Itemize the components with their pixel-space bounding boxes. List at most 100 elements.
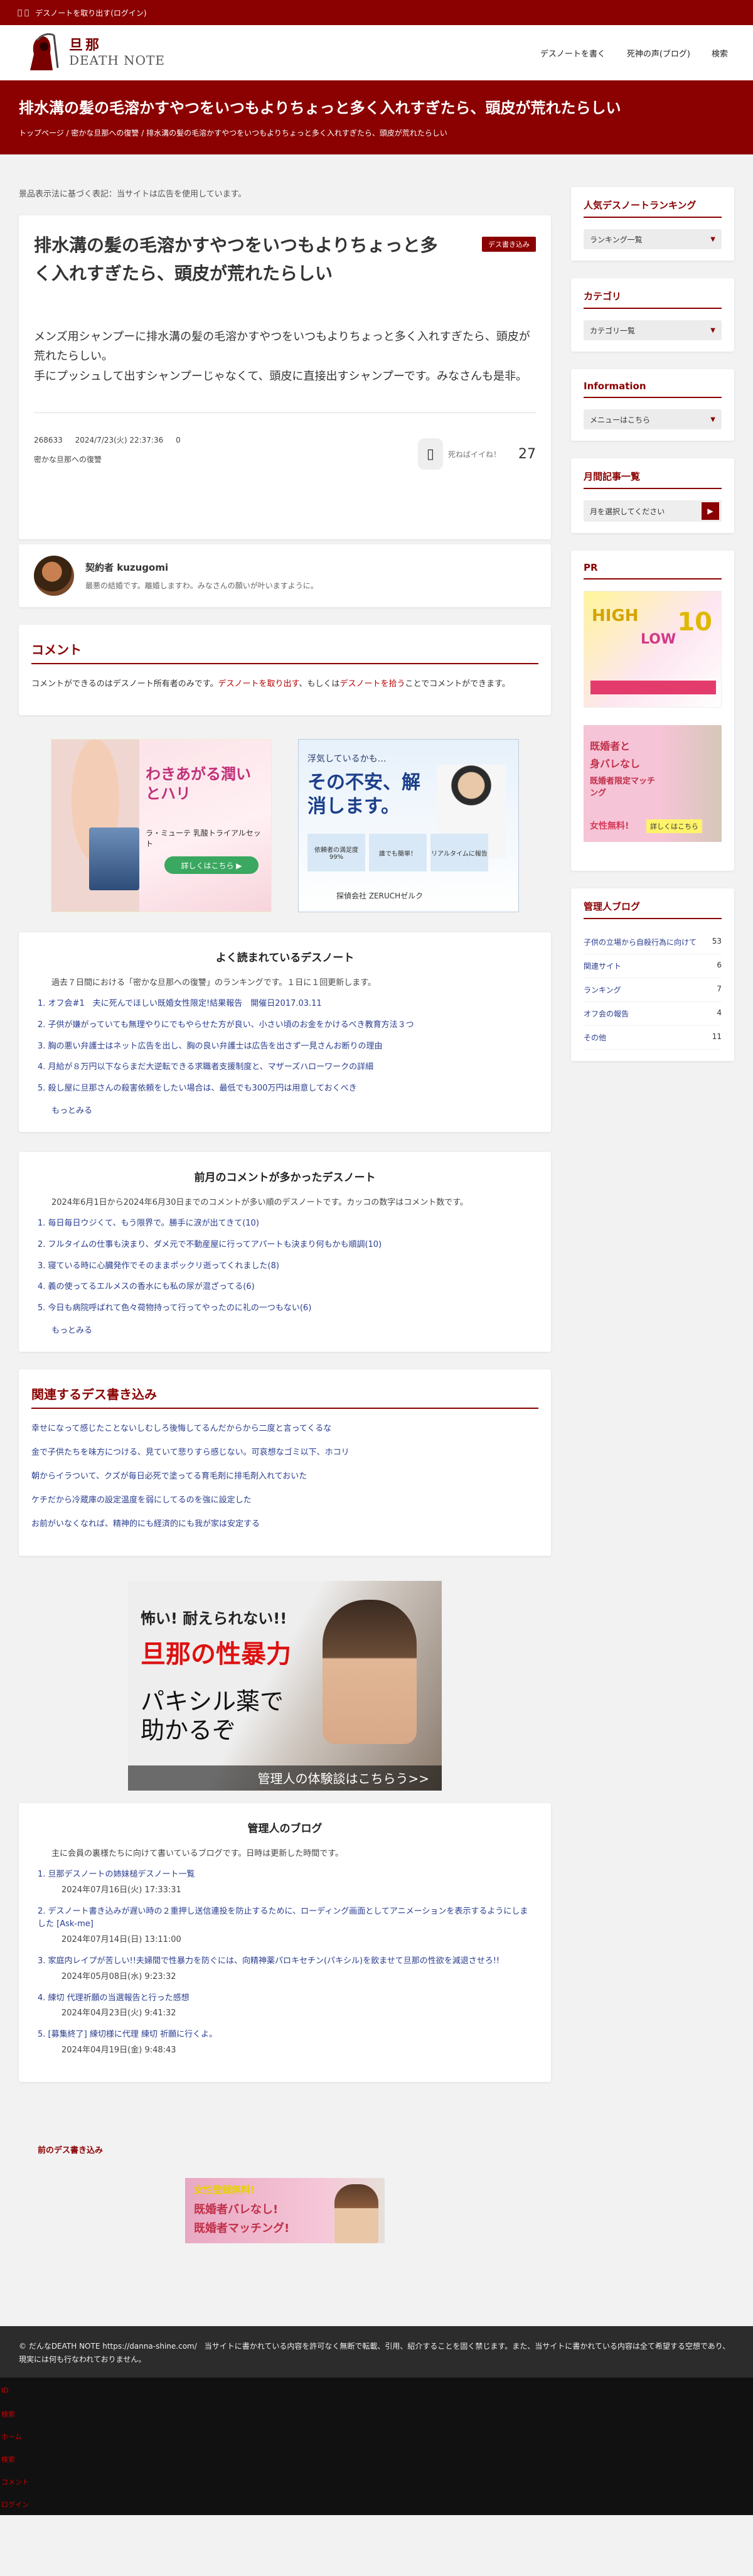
ranking-select[interactable]: ランキング一覧 ▼ — [584, 229, 722, 249]
blog-category-row[interactable]: 子供の立場から自殺行為に向けて 53 — [584, 930, 722, 954]
nav-search[interactable]: 検索 — [712, 47, 728, 59]
footer-link[interactable]: 検索 — [0, 2409, 753, 2432]
register-deathnote-link[interactable]: デスノートを拾う — [339, 679, 405, 689]
matching-ad-banner[interactable]: 女性登録無料! 既婚者バレなし! 既婚者マッチング! — [185, 2177, 385, 2243]
breadcrumb[interactable]: トップページ / 密かな旦那への復讐 / 排水溝の髪の毛溶かすやつをいつもよりち… — [19, 127, 734, 138]
popular-title: 人気デスノートランキング — [584, 198, 722, 218]
monthly-more-link[interactable]: もっとみる — [38, 1323, 532, 1335]
blog-item[interactable]: 2. デスノート書き込みが遅い時の２重押し送信連投を防止するために、ローディング… — [38, 1905, 532, 1947]
site-logo[interactable]: 旦那 DEATH NOTE — [25, 33, 165, 73]
ranking-item[interactable]: 1. 毎日毎日ウジくて、もう限界で。勝手に涙が出てきて(10) — [38, 1217, 532, 1231]
pr2-d: 女性無料! — [590, 821, 629, 831]
ad2-c1: 依頼者の満足度99% — [307, 834, 365, 871]
related-item[interactable]: ケチだから冷蔵庫の設定温度を弱にしてるのを強に設定した — [31, 1493, 538, 1505]
login-link[interactable]: デスノートを取り出す(ログイン) — [35, 8, 146, 18]
monthly-ranking-desc: 2024年6月1日から2024年6月30日までのコメントが多い順のデスノートです… — [51, 1197, 468, 1207]
footer-nav: ID 検索 ホーム 検索 コメント ログイン — [0, 2377, 753, 2515]
ad1-title: わきあがる潤いとハリ — [146, 765, 251, 803]
login-deathnote-link[interactable]: デスノートを取り出す — [218, 679, 299, 689]
blog-category-row[interactable]: ランキング 7 — [584, 978, 722, 1002]
ranking-item[interactable]: 3. 寝ている時に心臓発作でそのままポックリ逝ってくれました(8) — [38, 1260, 532, 1273]
ranking-item[interactable]: 3. 胸の悪い弁護士はネット広告を出し、胸の良い弁護士は広告を出さず一見さんお断… — [38, 1040, 532, 1054]
ranking-item[interactable]: 2. フルタイムの仕事も決まり、ダメ元で不動産屋に行ってアパートも決まり何もかも… — [38, 1239, 532, 1252]
detective-ad[interactable]: 浮気しているかも… その不安、解消します。 依頼者の満足度99% 誰でも簡単！ … — [298, 739, 519, 912]
pr-banner-1[interactable]: HIGH LOW 10 — [584, 591, 722, 708]
ranking-item[interactable]: 4. 義の使ってるエルメスの香水にも私の尿が混ざってる(6) — [38, 1281, 532, 1294]
ad1-cta[interactable]: 詳しくはこちら ▶ — [164, 856, 259, 874]
footer-link[interactable]: ログイン — [0, 2499, 753, 2522]
chevron-down-icon: ▼ — [710, 416, 715, 423]
thumb-icon: ▯ — [426, 446, 435, 462]
nav-write-deathnote[interactable]: デスノートを書く — [540, 47, 606, 59]
blog-item[interactable]: 5. [募集終了] 練切様に代理 練切 祈願に行くよ。 2024年04月19日(金… — [38, 2029, 532, 2057]
weekly-more-link[interactable]: もっとみる — [38, 1104, 532, 1116]
logo-jp-text: 旦那 — [69, 37, 102, 53]
top-bar:   デスノートを取り出す(ログイン) — [0, 0, 753, 25]
main-column: 景品表示法に基づく表記：当サイトは広告を使用しています。 排水溝の髪の毛溶かすや… — [19, 187, 551, 2243]
ranking-item[interactable]: 1. オフ会#1 夫に死んでほしい既婚女性限定!結果報告 開催日2017.03.… — [38, 998, 532, 1011]
blog-date: 2024年07月14日(日) 13:11:00 — [61, 1935, 181, 1945]
pr-title: PR — [584, 562, 722, 579]
bottom-ad-line1: 女性登録無料! — [194, 2184, 255, 2196]
related-item[interactable]: 金で子供たちを味方につける、見ていて悲りすら感じない。可哀想なゴミ以下、ホコリ — [31, 1445, 538, 1457]
pr2-e[interactable]: 詳しくはこちら — [646, 819, 702, 833]
admin-blog-widget: 管理人ブログ 子供の立場から自殺行為に向けて 53 関連サイト 6 ランキング 7 オ… — [571, 888, 734, 1061]
blog-category-row[interactable]: 関連サイト 6 — [584, 954, 722, 978]
big-ad-line1: 怖い! 耐えられない!! — [141, 1609, 287, 1627]
comment-count: 0 — [176, 436, 181, 445]
nav-blog[interactable]: 死神の声(ブログ) — [627, 47, 690, 59]
footer-text: © だんなDEATH NOTE https://danna-shine.com/… — [19, 2341, 730, 2364]
related-item[interactable]: 幸せになって感じたことないしむしろ後悔してるんだからから二度と言ってくるな — [31, 1421, 538, 1433]
avatar[interactable] — [34, 556, 74, 596]
footer-link[interactable]: ID — [0, 2386, 753, 2409]
blog-category-row[interactable]: オフ会の報告 4 — [584, 1002, 722, 1026]
ad2-head: 浮気しているかも… — [307, 754, 387, 764]
blog-date: 2024年05月08日(水) 9:23:32 — [61, 1971, 176, 1981]
related-item[interactable]: お前がいなくなれば、精神的にも経済的にも我が家は安定する — [31, 1517, 538, 1529]
blog-item[interactable]: 1. 旦那デスノートの姉妹槌デスノート一覧 2024年07月16日(火) 17:3… — [38, 1868, 532, 1897]
author-name[interactable]: 契約者 kuzugomi — [85, 561, 318, 574]
main-nav: デスノートを書く 死神の声(ブログ) 検索 — [540, 47, 728, 59]
pr-banner-2[interactable]: 既婚者と 身バレなし 既婚者限定マッチング 女性無料! 詳しくはこちら — [584, 725, 722, 842]
ad2-company: 探偵会社 ZERUCHゼルク — [336, 892, 424, 900]
ranking-item[interactable]: 4. 月給が８万円以下ならまだ大逆転できる求職者支援制度と、マザーズハローワーク… — [38, 1061, 532, 1074]
article-paragraph: メンズ用シャンプーに排水溝の髪の毛溶かすやつをいつもよりちょっと多く入れすぎたら… — [34, 330, 530, 364]
ranking-item[interactable]: 5. 殺し屋に旦那さんの殺害依頼をしたい場合は、最低でも300万円は用意しておく… — [38, 1082, 532, 1096]
category-widget: カテゴリ カテゴリ一覧 ▼ — [571, 278, 734, 352]
monthly-widget: 月間記事一覧 月を選択してください ▶ — [571, 458, 734, 533]
footer-link[interactable]: 検索 — [0, 2454, 753, 2477]
blog-item[interactable]: 3. 家庭内レイプが苦しい!!夫婦間で性暴力を防ぐには、向精神薬パロキセチン(パ… — [38, 1955, 532, 1984]
logo-en-text: DEATH NOTE — [69, 53, 165, 68]
info-title: Information — [584, 380, 722, 398]
category-link[interactable]: 密かな旦那への復讐 — [34, 455, 102, 464]
category-title: カテゴリ — [584, 289, 722, 309]
big-ad-line3: パキシル薬で助かるぞ — [141, 1687, 284, 1744]
menu-select[interactable]: メニューはこちら ▼ — [584, 409, 722, 429]
skincare-ad[interactable]: わきあがる潤いとハリ ラ・ミューテ 乳酸トライアルセット 詳しくはこちら ▶ — [51, 739, 272, 912]
article-body: メンズ用シャンプーに排水溝の髪の毛溶かすやつをいつもよりちょっと多く入れすぎたら… — [34, 327, 536, 387]
prev-post-link[interactable]: 前のデス書き込み — [19, 2143, 551, 2155]
category-select[interactable]: カテゴリ一覧 ▼ — [584, 320, 722, 340]
ranking-item[interactable]: 5. 今日も病院呼ばれて色々荷物持って行ってやったのに礼の一つもない(6) — [38, 1302, 532, 1315]
related-item[interactable]: 朝からイラついて、クズが毎日必死で塗ってる育毛剤に排毛剤入れておいた — [31, 1469, 538, 1481]
month-select[interactable]: 月を選択してください ▶ — [584, 500, 722, 522]
admin-blog-title: 管理人のブログ — [247, 1822, 323, 1835]
paxil-ad-banner[interactable]: 怖い! 耐えられない!! 旦那の性暴力 パキシル薬で助かるぞ 管理人の体験談はこ… — [128, 1580, 442, 1791]
topbar-icons:   — [18, 8, 29, 17]
article-card: 排水溝の髪の毛溶かすやつをいつもよりちょっと多く入れすぎたら、頭皮が荒れたらしい… — [19, 215, 551, 539]
blog-date: 2024年04月19日(金) 9:48:43 — [61, 2045, 176, 2055]
blog-category-row[interactable]: その他 11 — [584, 1026, 722, 1050]
big-ad-cta[interactable]: 管理人の体験談はこちらう>> — [128, 1765, 442, 1791]
month-go-button[interactable]: ▶ — [702, 502, 719, 520]
like-button[interactable]: ▯ — [417, 438, 443, 470]
blog-date: 2024年07月16日(火) 17:33:31 — [61, 1885, 181, 1895]
related-title: 関連するデス書き込み — [31, 1384, 538, 1409]
footer-link[interactable]: ホーム — [0, 2432, 753, 2454]
admin-blog-desc: 主に会員の裏様たちに向けて書いているブログです。日時は更新した時間です。 — [51, 1848, 344, 1858]
ranking-item[interactable]: 2. 子供が嫌がっていても無理やりにでもやらせた方が良い、小さい頃のお金をかける… — [38, 1019, 532, 1032]
reaper-logo-icon — [25, 33, 64, 73]
weekly-ranking-desc: 過去７日間における「密かな旦那への復讐」のランキングです。１日に１回更新します。 — [51, 978, 376, 988]
blog-item[interactable]: 4. 練切 代理祈願の当選報告と行った感想 2024年04月23日(火) 9:41… — [38, 1992, 532, 2021]
article-title: 排水溝の髪の毛溶かすやつをいつもよりちょっと多く入れすぎたら、頭皮が荒れたらしい — [34, 235, 438, 284]
footer-link[interactable]: コメント — [0, 2477, 753, 2499]
